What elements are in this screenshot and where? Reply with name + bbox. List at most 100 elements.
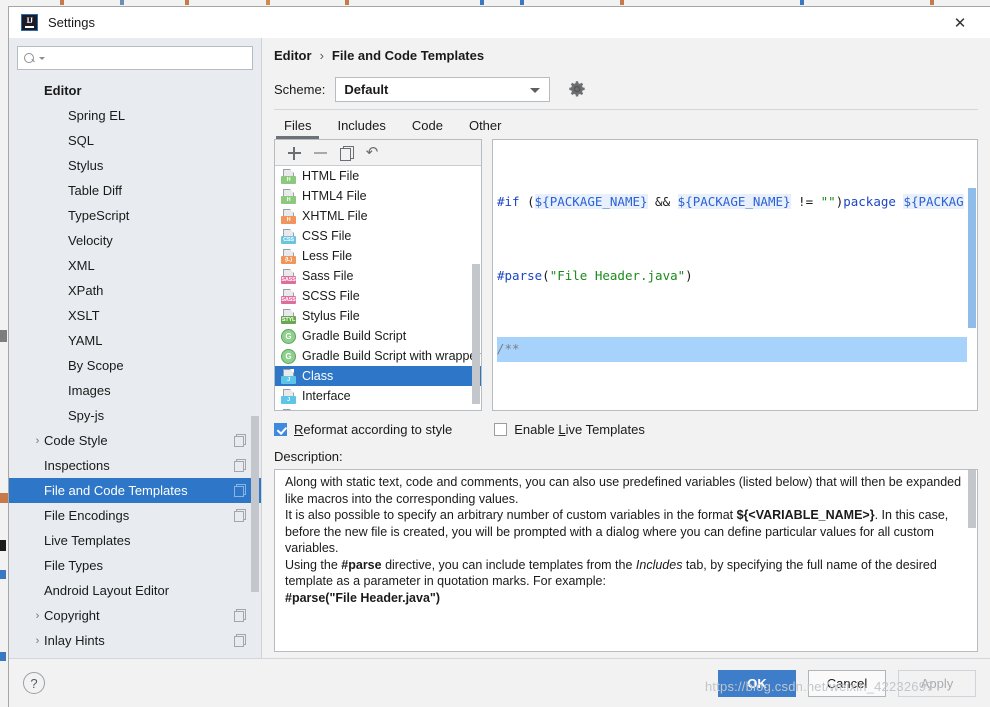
template-list-item[interactable]: CSS CSS File <box>275 226 481 246</box>
template-list-item-label: Gradle Build Script with wrapper <box>302 349 481 363</box>
bg-artifact <box>60 0 64 5</box>
dialog-footer: ? OK Cancel Apply <box>9 658 990 707</box>
ok-button[interactable]: OK <box>718 669 796 697</box>
live-templates-checkbox[interactable] <box>494 422 508 436</box>
file-type-badge: H <box>281 175 296 184</box>
file-fold <box>290 228 294 233</box>
gear-icon[interactable] <box>568 80 586 98</box>
template-code-editor[interactable]: #if (${PACKAGE_NAME} && ${PACKAGE_NAME} … <box>492 139 978 411</box>
sidebar-item-stylus[interactable]: ›Stylus <box>9 153 261 178</box>
file-fold <box>290 268 294 273</box>
file-fold <box>290 408 294 410</box>
search-input[interactable] <box>49 50 252 66</box>
sidebar-item-xslt[interactable]: ›XSLT <box>9 303 261 328</box>
chevron-right-icon[interactable]: › <box>31 635 44 647</box>
bg-artifact <box>0 493 8 503</box>
code-line: #if (${PACKAGE_NAME} && ${PACKAGE_NAME} … <box>497 194 964 209</box>
template-list-scrollbar-thumb[interactable] <box>472 264 480 404</box>
sidebar-item-label: Inlay Hints <box>44 633 105 648</box>
apply-button[interactable]: Apply <box>898 669 976 697</box>
template-list-item[interactable]: H HTML4 File <box>275 186 481 206</box>
search-box[interactable] <box>17 46 253 70</box>
template-list-item[interactable]: SASS SCSS File <box>275 286 481 306</box>
reformat-checkbox-label[interactable]: Reformat according to style <box>294 422 452 437</box>
template-list-item[interactable]: J Enum <box>275 406 481 410</box>
reset-template-button[interactable]: ↶ <box>359 142 385 164</box>
sidebar-item-live-templates[interactable]: ›Live Templates <box>9 528 261 553</box>
sidebar-item-inspections[interactable]: ›Inspections <box>9 453 261 478</box>
sidebar-item-label: XML <box>68 258 95 273</box>
scheme-dropdown[interactable]: Default <box>335 76 551 102</box>
copy-template-button[interactable] <box>333 142 359 164</box>
file-type-badge: J <box>281 375 296 384</box>
description-code: #parse("File Header.java") <box>285 590 440 605</box>
settings-tree: ›Editor›Spring EL›SQL›Stylus›Table Diff›… <box>9 74 261 658</box>
sidebar-item-sql[interactable]: ›SQL <box>9 128 261 153</box>
sidebar-item-label: By Scope <box>68 358 124 373</box>
cancel-button[interactable]: Cancel <box>808 669 886 697</box>
tab-files[interactable]: Files <box>274 118 321 139</box>
template-list-item[interactable]: G Gradle Build Script with wrapper <box>275 346 481 366</box>
sidebar-item-copyright[interactable]: › Copyright <box>9 603 261 628</box>
template-list-item-label: Interface <box>302 389 351 403</box>
editor-scrollbar-thumb[interactable] <box>968 188 976 328</box>
sidebar-item-table-diff[interactable]: ›Table Diff <box>9 178 261 203</box>
breadcrumb-root[interactable]: Editor <box>274 48 312 63</box>
template-list-item[interactable]: STYL Stylus File <box>275 306 481 326</box>
template-list-item[interactable]: J Class <box>275 366 481 386</box>
template-list-item[interactable]: {L} Less File <box>275 246 481 266</box>
template-list-item[interactable]: G Gradle Build Script <box>275 326 481 346</box>
template-list-item[interactable]: J Interface <box>275 386 481 406</box>
sidebar-item-label: Images <box>68 383 111 398</box>
sidebar-item-images[interactable]: ›Images <box>9 378 261 403</box>
sidebar-item-yaml[interactable]: ›YAML <box>9 328 261 353</box>
template-list-item[interactable]: H XHTML File <box>275 206 481 226</box>
sidebar-item-editor[interactable]: ›Editor <box>9 78 261 103</box>
bg-artifact <box>266 0 270 5</box>
reformat-checkbox[interactable] <box>274 422 287 436</box>
file-type-badge: STYL <box>281 315 296 324</box>
sidebar-item-velocity[interactable]: ›Velocity <box>9 228 261 253</box>
sidebar-item-xml[interactable]: ›XML <box>9 253 261 278</box>
sidebar-item-spring-el[interactable]: ›Spring EL <box>9 103 261 128</box>
sidebar-scrollbar-thumb[interactable] <box>251 416 259 592</box>
sidebar-item-spy-js[interactable]: ›Spy-js <box>9 403 261 428</box>
file-type-badge: SASS <box>281 295 296 304</box>
sidebar-item-by-scope[interactable]: ›By Scope <box>9 353 261 378</box>
sidebar-item-typescript[interactable]: ›TypeScript <box>9 203 261 228</box>
remove-template-button[interactable] <box>307 142 333 164</box>
tab-code[interactable]: Code <box>402 118 453 139</box>
help-button[interactable]: ? <box>23 672 45 694</box>
description-box: Along with static text, code and comment… <box>274 469 978 652</box>
file-fold <box>290 368 294 373</box>
tabs-bar: Files Includes Code Other <box>274 109 978 139</box>
sidebar-item-android-layout-editor[interactable]: ›Android Layout Editor <box>9 578 261 603</box>
sidebar-item-inlay-hints[interactable]: › Inlay Hints <box>9 628 261 653</box>
chevron-right-icon[interactable]: › <box>31 435 44 447</box>
sidebar-item-file-encodings[interactable]: ›File Encodings <box>9 503 261 528</box>
code-line: * @program: ${PROJECT_NAME} <box>497 411 967 412</box>
add-template-button[interactable] <box>281 142 307 164</box>
description-emphasis: Includes <box>635 557 683 572</box>
sidebar-item-code-style[interactable]: › Code Style <box>9 428 261 453</box>
template-list-item-label: HTML File <box>302 169 360 183</box>
live-templates-checkbox-label[interactable]: Enable Live Templates <box>514 422 645 437</box>
close-icon[interactable]: ✕ <box>938 7 982 38</box>
sidebar-item-file-and-code-templates[interactable]: ›File and Code Templates <box>9 478 261 503</box>
sidebar-item-xpath[interactable]: ›XPath <box>9 278 261 303</box>
file-fold <box>290 168 294 173</box>
tab-includes[interactable]: Includes <box>327 118 395 139</box>
chevron-right-icon[interactable]: › <box>31 610 44 622</box>
template-list-item[interactable]: SASS Sass File <box>275 266 481 286</box>
file-type-icon: J <box>281 368 296 384</box>
file-type-icon: SASS <box>281 268 296 284</box>
chevron-down-icon <box>530 87 541 93</box>
template-list[interactable]: H HTML File H HTML4 File H XHTML File CSS CSS F… <box>275 166 481 410</box>
sidebar-item-label: Velocity <box>68 233 113 248</box>
sidebar-item-label: XPath <box>68 283 104 298</box>
template-list-item[interactable]: H HTML File <box>275 166 481 186</box>
sidebar-item-label: Spy-js <box>68 408 105 423</box>
sidebar-item-file-types[interactable]: ›File Types <box>9 553 261 578</box>
description-scrollbar-thumb[interactable] <box>968 470 976 528</box>
tab-other[interactable]: Other <box>459 118 512 139</box>
